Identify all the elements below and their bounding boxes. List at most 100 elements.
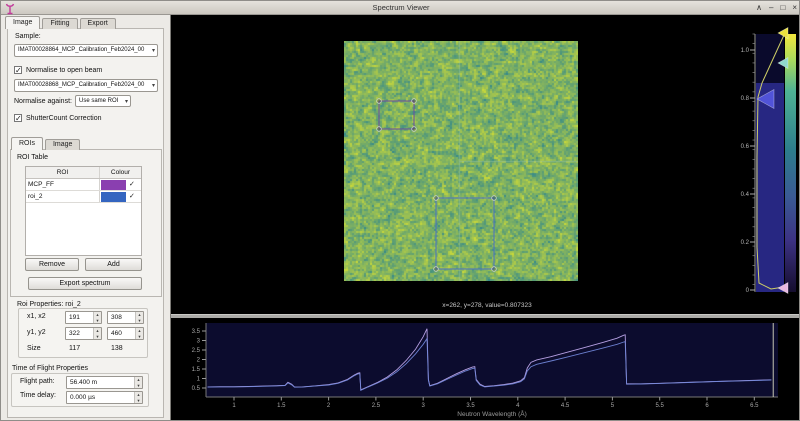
level-region[interactable] xyxy=(756,83,784,292)
roi-resize-handle[interactable] xyxy=(376,126,382,132)
add-button[interactable]: Add xyxy=(85,258,142,271)
column-colour: Colour xyxy=(110,169,131,176)
roi-rect-MCP_FF[interactable] xyxy=(376,98,417,132)
spin-down-icon[interactable]: ▾ xyxy=(136,317,143,323)
roi-resize-handle[interactable] xyxy=(376,98,382,104)
colorbar-tick-label: 1.0 xyxy=(741,48,750,54)
y-tick-label: 0.5 xyxy=(192,386,201,392)
y-tick-label: 3 xyxy=(197,339,201,345)
x-tick-label: 2 xyxy=(327,403,331,409)
x-tick-label: 3 xyxy=(422,403,426,409)
x1-stepper[interactable]: 191 ▴ ▾ xyxy=(65,311,102,324)
x-tick-label: 1 xyxy=(232,403,236,409)
tab-roi-image[interactable]: Image xyxy=(44,139,81,150)
roi-colour-swatch[interactable] xyxy=(101,191,126,202)
table-row[interactable]: roi_2 ✓ xyxy=(26,191,141,203)
x-range-label: x1, x2 xyxy=(27,313,46,320)
roi-properties-box: x1, x2 191 ▴ ▾ 308 ▴ ▾ y1, y2 322 ▴ ▾ 460 ▴… xyxy=(18,308,148,358)
x-tick-label: 5.5 xyxy=(656,403,665,409)
chevron-down-icon: ▾ xyxy=(151,48,155,54)
window-title: Spectrum Viewer xyxy=(372,2,430,12)
flight-path-stepper[interactable]: 56.400 m ▴ ▾ xyxy=(66,376,143,389)
roi-resize-handle[interactable] xyxy=(433,266,439,272)
checkbox-check-icon: ✓ xyxy=(14,114,22,123)
table-row[interactable]: MCP_FF ✓ xyxy=(26,179,141,191)
x-tick-label: 2.5 xyxy=(372,403,381,409)
tab-rois[interactable]: ROIs xyxy=(11,137,43,150)
roi-table-header: ROI Colour xyxy=(26,167,141,179)
colorbar-tick-label: 0 xyxy=(746,288,750,294)
x-tick-label: 3.5 xyxy=(466,403,475,409)
roi-resize-handle[interactable] xyxy=(411,126,417,132)
spin-down-icon[interactable]: ▾ xyxy=(135,382,142,388)
x-tick-label: 4 xyxy=(516,403,520,409)
sample-label: Sample: xyxy=(15,33,41,40)
colorbar-tick-label: 0.4 xyxy=(741,192,750,198)
cursor-status-text: x=262, y=278, value=0.807323 xyxy=(442,302,532,309)
colorbar-tick-label: 0.2 xyxy=(741,240,750,246)
roi-resize-handle[interactable] xyxy=(433,195,439,201)
y-tick-label: 3.5 xyxy=(192,329,201,335)
y2-stepper[interactable]: 460 ▴ ▾ xyxy=(107,327,144,340)
y1-stepper[interactable]: 322 ▴ ▾ xyxy=(65,327,102,340)
chevron-down-icon: ▾ xyxy=(124,99,128,105)
roi-properties-title: Roi Properties: roi_2 xyxy=(17,301,81,308)
checkbox-check-icon: ✓ xyxy=(14,66,22,75)
roi-resize-handle[interactable] xyxy=(411,98,417,104)
spin-down-icon[interactable]: ▾ xyxy=(136,333,143,339)
tof-title: Time of Flight Properties xyxy=(12,365,88,372)
roi-visible-checkbox[interactable]: ✓ xyxy=(129,192,135,202)
spin-down-icon[interactable]: ▾ xyxy=(94,333,101,339)
splitter-handle[interactable] xyxy=(171,314,799,318)
roi-visible-checkbox[interactable]: ✓ xyxy=(129,180,135,190)
column-roi: ROI xyxy=(26,167,100,178)
maximize-button[interactable]: □ xyxy=(780,4,785,12)
tab-fitting[interactable]: Fitting xyxy=(42,18,78,29)
roi-name: MCP_FF xyxy=(26,179,100,190)
colorbar-tick-label: 0.6 xyxy=(741,144,750,150)
sample-select[interactable]: IMAT00028864_MCP_Calibration_Feb2024_00 ▾ xyxy=(14,44,158,57)
gradient-bar[interactable] xyxy=(785,34,796,292)
y-tick-label: 1.5 xyxy=(192,367,201,373)
app-icon xyxy=(5,2,15,20)
roi-colour-swatch[interactable] xyxy=(101,179,126,190)
roi-resize-handle[interactable] xyxy=(491,195,497,201)
time-delay-stepper[interactable]: 0.000 µs ▴ ▾ xyxy=(66,391,143,404)
roi-rect-roi_2[interactable] xyxy=(433,195,497,272)
colorbar-tick-label: 0.8 xyxy=(741,96,750,102)
shuttercount-checkbox[interactable]: ✓ ShutterCount Correction xyxy=(14,114,101,123)
roi-resize-handle[interactable] xyxy=(491,266,497,272)
x-tick-label: 6.5 xyxy=(750,403,759,409)
y-tick-label: 2.5 xyxy=(192,348,201,354)
minimize-button[interactable]: – xyxy=(769,4,773,12)
spin-down-icon[interactable]: ▾ xyxy=(135,397,142,403)
tab-export[interactable]: Export xyxy=(79,18,116,29)
x-tick-label: 4.5 xyxy=(561,403,570,409)
spectrum-viewer-window: Spectrum Viewer ∧ – □ × Image Fitting Ex… xyxy=(0,0,800,421)
close-button[interactable]: × xyxy=(792,4,797,12)
histogram-colorbar[interactable]: 1.0 0.8 0.6 0.4 0.2 0 xyxy=(737,27,800,299)
openbeam-select[interactable]: IMAT00028868_MCP_Calibration_Feb2024_00 ▾ xyxy=(14,79,158,92)
x2-stepper[interactable]: 308 ▴ ▾ xyxy=(107,311,144,324)
normalise-checkbox[interactable]: ✓ Normalise to open beam xyxy=(14,66,102,75)
roi-name: roi_2 xyxy=(26,191,100,202)
shade-button[interactable]: ∧ xyxy=(756,4,762,12)
spectrum-plot[interactable]: 0.5 1 1.5 2 2.5 3 3.5 1 1.5 2 2.5 3 3.5 4 4.5 5 5.5 6 6.5 N… xyxy=(171,319,800,421)
normalise-against-label: Normalise against: xyxy=(14,98,72,105)
tof-box: Flight path: 56.400 m ▴ ▾ Time delay: 0.0… xyxy=(11,373,149,407)
roi-table: ROI Colour MCP_FF ✓ roi_2 ✓ xyxy=(25,166,142,256)
x-tick-label: 5 xyxy=(611,403,615,409)
x-tick-label: 1.5 xyxy=(277,403,286,409)
remove-button[interactable]: Remove xyxy=(25,258,79,271)
spin-down-icon[interactable]: ▾ xyxy=(94,317,101,323)
title-bar[interactable]: Spectrum Viewer ∧ – □ × xyxy=(1,1,799,15)
control-panel: Image Fitting Export Sample: IMAT0002886… xyxy=(1,15,171,420)
size-width-value: 117 xyxy=(69,345,81,352)
export-spectrum-button[interactable]: Export spectrum xyxy=(28,277,142,290)
roi-overlay[interactable] xyxy=(344,41,578,281)
size-label: Size xyxy=(27,345,41,352)
chevron-down-icon: ▾ xyxy=(151,83,155,89)
size-height-value: 138 xyxy=(111,345,123,352)
normalise-against-select[interactable]: Use same ROI ▾ xyxy=(75,95,131,107)
roi-table-title: ROI Table xyxy=(17,154,48,161)
